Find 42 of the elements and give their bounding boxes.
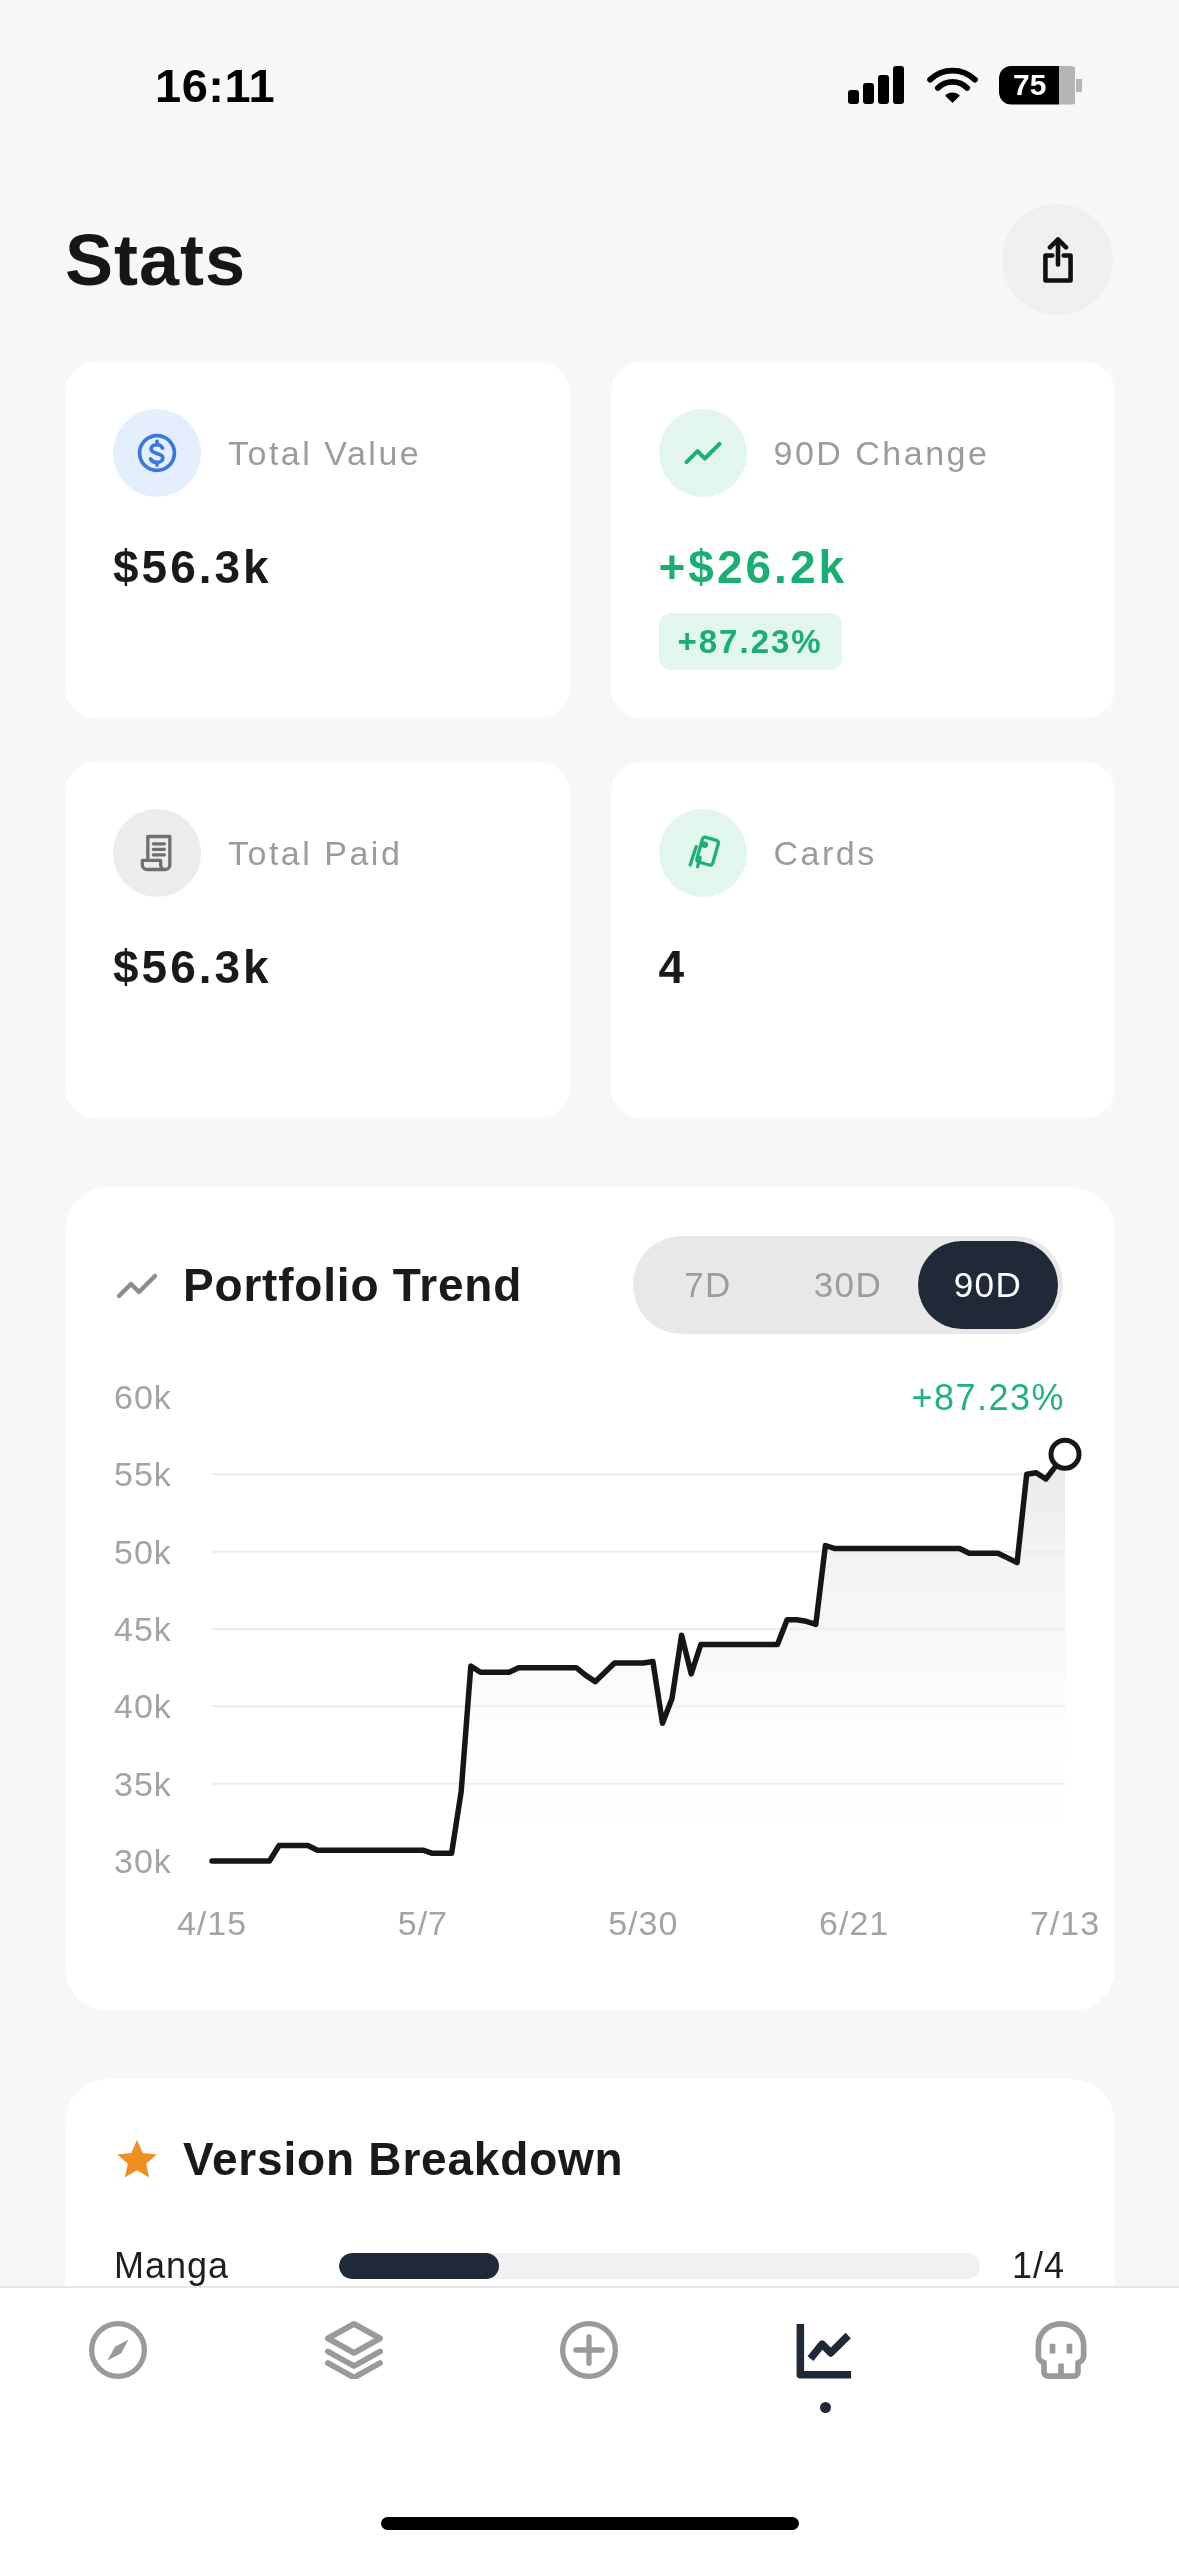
range-tab[interactable]: 30D: [778, 1241, 918, 1329]
card-title: Portfolio Trend: [183, 1258, 523, 1312]
compass-icon: [88, 2321, 147, 2379]
share-icon: [1041, 236, 1074, 283]
range-tab[interactable]: 7D: [638, 1241, 778, 1329]
stat-value: $56.3k: [113, 540, 272, 595]
stat-value: $56.3k: [113, 940, 272, 995]
page-title: Stats: [65, 223, 247, 296]
star-icon: [117, 2140, 157, 2178]
change-percent-badge: +87.23%: [658, 613, 842, 670]
x-axis-label: 6/21: [819, 1904, 890, 1942]
end-point-marker: [1048, 1437, 1082, 1471]
y-axis-label: 40k: [114, 1687, 172, 1726]
layers-icon: [324, 2321, 383, 2379]
stat-label: Total Value: [228, 433, 422, 473]
signal-icon: [848, 66, 906, 104]
active-dot-icon: [819, 2402, 831, 2413]
y-axis-label: 50k: [114, 1532, 172, 1571]
stat-value: +$26.2k: [658, 540, 848, 595]
card-title: Version Breakdown: [183, 2132, 624, 2186]
y-axis-label: 30k: [114, 1842, 172, 1880]
battery-indicator: 75: [999, 65, 1082, 105]
stat-value: 4: [658, 940, 688, 995]
x-axis-label: 4/15: [176, 1904, 248, 1942]
change-percent: +87.23%: [911, 1377, 1065, 1418]
y-axis-label: 45k: [114, 1610, 172, 1648]
status-time: 16:11: [155, 57, 276, 113]
stat-label: 90D Change: [773, 433, 990, 473]
y-axis-label: 35k: [114, 1764, 172, 1803]
x-axis-label: 5/30: [608, 1904, 679, 1942]
trend-icon: [117, 1272, 157, 1298]
y-axis-label: 60k: [114, 1378, 172, 1416]
add-icon: [560, 2321, 619, 2379]
version-count: 1/4: [1011, 2245, 1065, 2286]
x-axis-label: 7/13: [1029, 1904, 1101, 1942]
range-tab[interactable]: 90D: [918, 1241, 1058, 1329]
stat-label: Total Paid: [228, 833, 403, 873]
x-axis-label: 5/7: [397, 1904, 448, 1942]
version-label: Manga: [114, 2245, 231, 2286]
y-axis-label: 55k: [114, 1455, 172, 1494]
stat-label: Cards: [773, 833, 877, 873]
wifi-icon: [927, 66, 978, 104]
